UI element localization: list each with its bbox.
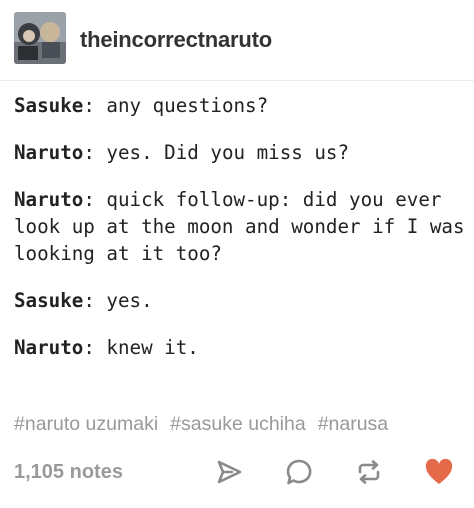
reply-button[interactable] — [282, 455, 316, 489]
dialogue-line: Sasuke: any questions? — [14, 94, 269, 117]
dialogue-text: yes. Did you miss us? — [106, 141, 350, 164]
reblog-button[interactable] — [352, 455, 386, 489]
post-body: Sasuke: any questions? Naruto: yes. Did … — [14, 92, 466, 381]
dialogue-line: Naruto: yes. Did you miss us? — [14, 141, 350, 164]
like-button[interactable] — [422, 455, 456, 489]
speech-bubble-icon — [286, 459, 312, 485]
dialogue-line: Naruto: knew it. — [14, 336, 199, 359]
share-button[interactable] — [212, 455, 246, 489]
blog-avatar[interactable] — [14, 12, 66, 64]
paper-plane-icon — [217, 460, 242, 484]
dialogue-line: Sasuke: yes. — [14, 289, 153, 312]
notes-count[interactable]: 1,105 notes — [14, 461, 123, 484]
speaker-name: Sasuke — [14, 94, 84, 117]
dialogue-text: knew it. — [106, 336, 199, 359]
speaker-name: Naruto — [14, 141, 84, 164]
heart-icon — [425, 458, 453, 484]
post-footer: 1,105 notes — [14, 455, 464, 489]
speaker-name: Naruto — [14, 188, 84, 211]
avatar-image — [14, 12, 66, 64]
dialogue-line: Naruto: quick follow-up: did you ever lo… — [14, 186, 466, 267]
speaker-name: Naruto — [14, 336, 84, 359]
dialogue-text: any questions? — [106, 94, 269, 117]
reblog-icon — [358, 460, 380, 484]
speaker-name: Sasuke — [14, 289, 84, 312]
tag-list: #naruto uzumaki #sasuke uchiha #narusa — [14, 413, 464, 436]
tag-link[interactable]: #naruto uzumaki — [14, 413, 158, 435]
blog-name[interactable]: theincorrectnaruto — [80, 27, 272, 53]
post-header: theincorrectnaruto — [0, 0, 474, 81]
tag-link[interactable]: #sasuke uchiha — [170, 413, 306, 435]
tag-link[interactable]: #narusa — [318, 413, 388, 435]
dialogue-text: yes. — [106, 289, 153, 312]
